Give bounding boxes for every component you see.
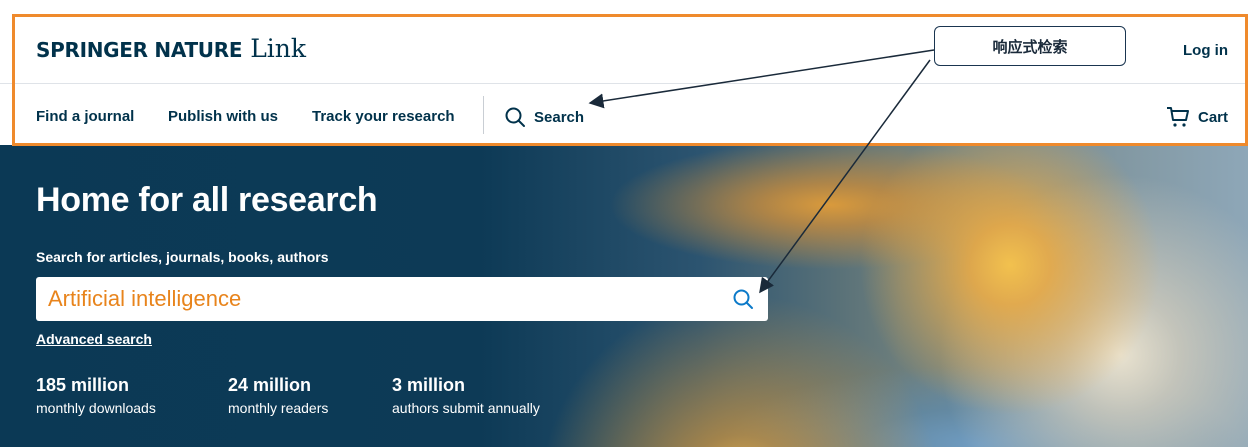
stat-authors: 3 million authors submit annually xyxy=(392,375,540,416)
search-icon xyxy=(505,107,525,127)
nav-track-research[interactable]: Track your research xyxy=(312,108,455,125)
stat-number: 185 million xyxy=(36,375,130,395)
main-nav: Find a journal Publish with us Track you… xyxy=(0,86,1248,145)
nav-divider xyxy=(483,96,484,134)
cart-button[interactable]: Cart xyxy=(1166,106,1228,128)
logo-brand: SPRINGER NATURE xyxy=(36,38,243,62)
stat-description: monthly readers xyxy=(228,400,329,416)
stat-description: monthly downloads xyxy=(36,400,156,416)
stat-number: 24 million xyxy=(228,375,312,395)
advanced-search-link[interactable]: Advanced search xyxy=(36,331,152,347)
search-icon xyxy=(733,289,753,309)
search-input-value: Artificial intelligence xyxy=(48,286,242,311)
nav-publish-with-us[interactable]: Publish with us xyxy=(168,108,278,125)
hero-title: Home for all research xyxy=(36,181,378,219)
callout-text: 响应式检索 xyxy=(992,38,1068,56)
header-search-label: Search xyxy=(534,108,585,126)
cart-icon xyxy=(1166,107,1189,127)
login-link[interactable]: Log in xyxy=(1183,42,1228,59)
site-header: SPRINGER NATURE Link Log in Find a journ… xyxy=(0,0,1248,145)
hero-section: Home for all research Search for article… xyxy=(0,145,1248,447)
hero-search-input[interactable]: Artificial intelligence xyxy=(36,277,768,321)
nav-find-journal[interactable]: Find a journal xyxy=(36,108,134,125)
stat-description: authors submit annually xyxy=(392,400,540,416)
stat-readers: 24 million monthly readers xyxy=(228,375,328,416)
cart-label: Cart xyxy=(1197,108,1228,126)
header-search-button[interactable]: Search xyxy=(504,106,584,128)
annotation-callout: 响应式检索 xyxy=(934,26,1126,66)
logo-product: Link xyxy=(250,34,307,63)
stat-number: 3 million xyxy=(392,375,466,395)
search-submit-button[interactable] xyxy=(732,288,754,315)
search-field-label: Search for articles, journals, books, au… xyxy=(36,249,329,265)
site-logo[interactable]: SPRINGER NATURE Link xyxy=(36,34,306,63)
stat-downloads: 185 million monthly downloads xyxy=(36,375,156,416)
